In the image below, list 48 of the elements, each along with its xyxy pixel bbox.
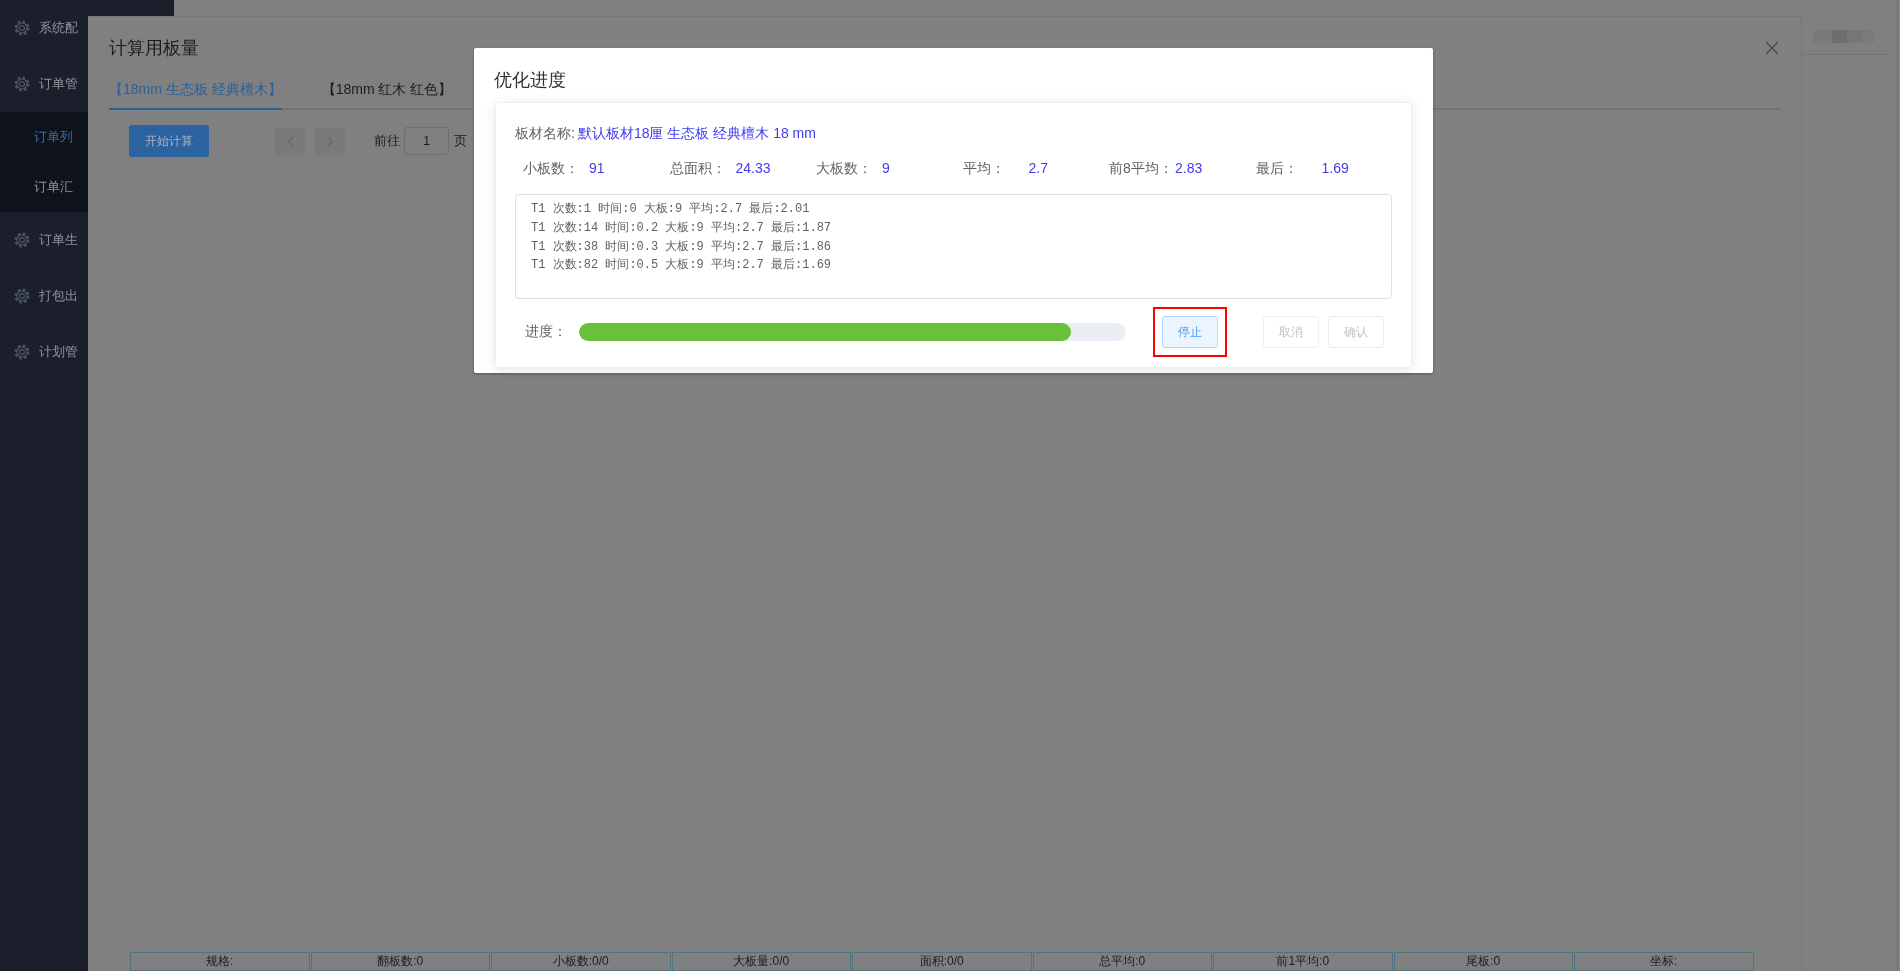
start-calculation-button[interactable]: 开始计算 <box>129 125 209 157</box>
summary-cell: 规格: <box>130 952 310 971</box>
stat-value: 91 <box>589 160 605 176</box>
stat-label: 大板数： <box>816 159 873 178</box>
gear-icon <box>14 20 30 36</box>
board-name-label: 板材名称: <box>515 125 575 141</box>
gear-icon <box>14 344 30 360</box>
gear-icon <box>14 76 30 92</box>
stat-value: 2.83 <box>1175 160 1203 176</box>
page-suffix: 页 <box>454 132 467 150</box>
tab[interactable]: 【18mm 红木 红色】 <box>321 70 453 110</box>
summary-cell: 大板量:0/0 <box>671 952 851 971</box>
dialog-title: 优化进度 <box>494 69 567 92</box>
log-line: T1 次数:38 时间:0.3 大板:9 平均:2.7 最后:1.86 <box>531 238 833 256</box>
progress-label: 进度： <box>525 323 567 341</box>
sidebar-item[interactable]: 计划管 <box>0 324 174 380</box>
stat-value: 24.33 <box>735 160 771 176</box>
stat-label: 小板数： <box>523 159 580 178</box>
gear-icon <box>14 232 30 248</box>
log-line: T1 次数:14 时间:0.2 大板:9 平均:2.7 最后:1.87 <box>531 219 833 237</box>
summary-cell: 翻板数:0 <box>310 952 490 971</box>
log-line: T1 次数:1 时间:0 大板:9 平均:2.7 最后:2.01 <box>531 201 811 218</box>
gear-icon <box>14 288 30 304</box>
stat-value: 2.7 <box>1028 160 1048 176</box>
summary-cell: 面积:0/0 <box>852 952 1032 971</box>
stat-label: 最后： <box>1255 159 1299 178</box>
log-line: T1 次数:82 时间:0.5 大板:9 平均:2.7 最后:1.69 <box>531 257 833 275</box>
sidebar-item[interactable]: 订单生 <box>0 212 174 268</box>
log-field[interactable]: T1 次数:1 时间:0 大板:9 平均:2.7 最后:2.01 T1 次数:14 时间:0.2 大板:9 平均:2.7 最后:1.87 T1 次数:38 时间:0.3 大板:9 平均:2.7 最后:1.86 T1 次数:82 时间:0.5 大板:9 平均:2.7 最后:1.69 <box>515 194 1392 299</box>
stat-label: 总面积： <box>669 159 727 178</box>
stat-label: 前8平均： <box>1109 159 1174 178</box>
page-input[interactable]: 1 <box>404 127 449 155</box>
stat-label: 平均： <box>962 159 1006 178</box>
goto-label: 前往 <box>374 132 400 150</box>
stat-value: 9 <box>882 160 890 176</box>
previous-page-button[interactable] <box>275 127 305 155</box>
summary-cell: 小板数:0/0 <box>491 952 671 971</box>
action-button[interactable]: 停止 <box>1162 316 1218 348</box>
next-page-button[interactable] <box>315 127 345 155</box>
summary-cell: 坐标: <box>1574 952 1754 971</box>
close-icon[interactable] <box>1765 41 1779 55</box>
stat-value: 1.69 <box>1321 160 1349 176</box>
summary-cell: 前1平均:0 <box>1213 952 1393 971</box>
summary-cell: 尾板:0 <box>1393 952 1573 971</box>
sidebar-item[interactable]: 打包出 <box>0 268 174 324</box>
summary-cell: 总平均:0 <box>1032 952 1212 971</box>
board-name-value: 默认板材18厘 生态板 经典檀木 18 mm <box>577 125 816 141</box>
dialog-title: 计算用板量 <box>109 37 199 60</box>
